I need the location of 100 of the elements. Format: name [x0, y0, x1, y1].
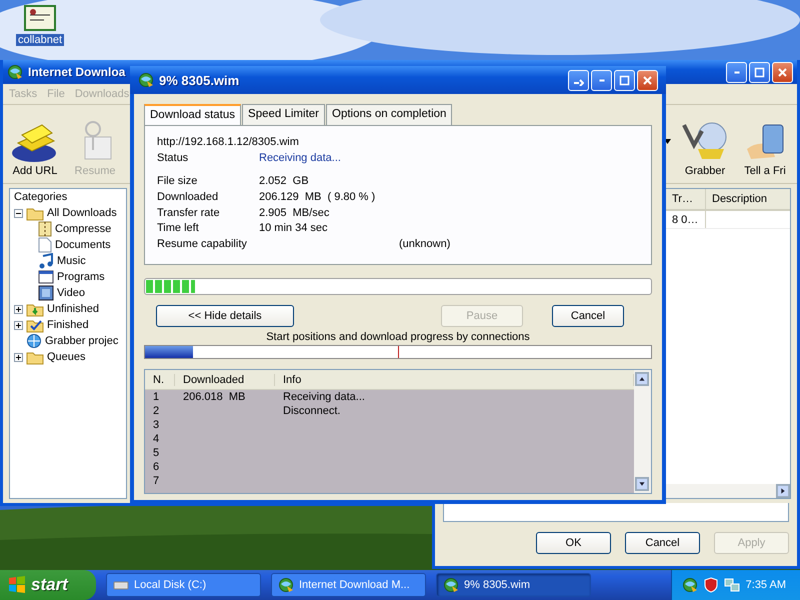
- globe-icon: [26, 333, 42, 349]
- field-label: File size: [157, 175, 198, 188]
- maximize-icon: [754, 66, 765, 78]
- table-cell: 8 0…: [670, 211, 706, 228]
- archive-icon: [38, 221, 52, 237]
- field-label: Resume capability: [157, 238, 248, 250]
- desktop-icon-label[interactable]: collabnet: [16, 34, 64, 46]
- field-value: 206.129 MB ( 9.80 % ): [259, 190, 376, 203]
- maximize-button[interactable]: [749, 62, 770, 82]
- folder-arrow-icon: [26, 302, 44, 316]
- film-icon: [38, 285, 54, 301]
- expand-icon[interactable]: [14, 320, 23, 330]
- column-header[interactable]: Description: [706, 189, 790, 209]
- scroll-down-icon[interactable]: [635, 477, 649, 491]
- minimize-icon: [598, 78, 604, 82]
- field-value: 2.052 GB: [259, 175, 309, 188]
- minimize-icon: [734, 70, 740, 74]
- table-cell-text: Disconnect.: [282, 405, 342, 417]
- status-value: Receiving data...: [259, 152, 341, 164]
- category-item[interactable]: Compresse: [55, 223, 112, 235]
- table-cell-text: 1: [152, 391, 160, 403]
- field-value: 2.905 MB/sec: [259, 206, 330, 219]
- dialog-button[interactable]: << Hide details: [156, 305, 294, 327]
- app-logo-icon: [7, 64, 23, 80]
- field-label: Downloaded: [157, 190, 220, 203]
- category-item[interactable]: All Downloads: [47, 207, 117, 219]
- scroll-right-icon[interactable]: [776, 484, 790, 498]
- table-cell-text: 4: [152, 433, 160, 445]
- collapse-icon[interactable]: [14, 208, 23, 218]
- close-button[interactable]: [772, 62, 793, 82]
- field-label: Time left: [157, 222, 200, 234]
- category-item[interactable]: Unfinished: [47, 303, 99, 315]
- start-button[interactable]: start: [0, 570, 96, 600]
- text-area[interactable]: [443, 503, 789, 522]
- close-button[interactable]: [637, 70, 658, 90]
- tray-button[interactable]: [568, 70, 589, 90]
- table-cell-text: 2: [152, 405, 160, 417]
- app-logo-icon: [138, 72, 154, 88]
- category-item[interactable]: Finished: [47, 319, 89, 331]
- table-cell-text: Receiving data...: [282, 391, 366, 403]
- minimize-button[interactable]: [726, 62, 747, 82]
- field-label: Status: [157, 152, 190, 164]
- close-icon: [642, 74, 653, 86]
- shield-icon[interactable]: [704, 577, 718, 593]
- folder-icon: [26, 206, 44, 220]
- category-item[interactable]: Programs: [57, 271, 105, 283]
- window-icon: [38, 270, 54, 284]
- tab[interactable]: Speed Limiter: [242, 104, 325, 125]
- category-item[interactable]: Music: [57, 255, 86, 267]
- column-header[interactable]: Downloaded: [175, 374, 275, 386]
- category-item[interactable]: Queues: [47, 351, 86, 363]
- maximize-icon: [619, 74, 630, 86]
- document-icon: [38, 237, 52, 253]
- category-item[interactable]: Documents: [55, 239, 111, 251]
- column-header[interactable]: Tr…: [670, 189, 706, 209]
- table-cell-text: 206.018 MB: [182, 391, 246, 403]
- taskbar-button[interactable]: 9% 8305.wim: [436, 573, 591, 597]
- dialog-button[interactable]: Cancel: [552, 305, 624, 327]
- table-cell-text: 7: [152, 475, 160, 487]
- expand-icon[interactable]: [14, 352, 23, 362]
- tab[interactable]: Download status: [144, 104, 242, 126]
- app-logo-icon: [682, 577, 698, 593]
- dialog-button[interactable]: OK: [536, 532, 611, 554]
- taskbar-button[interactable]: Local Disk (C:): [106, 573, 261, 597]
- network-icon[interactable]: [724, 577, 740, 593]
- dialog-button[interactable]: Cancel: [625, 532, 700, 554]
- scroll-up-icon[interactable]: [635, 372, 649, 386]
- minimize-button[interactable]: [591, 70, 612, 90]
- taskbar-button[interactable]: Internet Download M...: [271, 573, 426, 597]
- field-value: 10 min 34 sec: [259, 222, 328, 234]
- app-logo-icon: [443, 577, 459, 593]
- windows-logo-icon: [8, 576, 26, 594]
- music-note-icon: [38, 253, 54, 269]
- maximize-button[interactable]: [614, 70, 635, 90]
- drive-icon: [113, 579, 129, 591]
- category-item[interactable]: Grabber projec: [45, 335, 118, 347]
- column-header[interactable]: N.: [145, 374, 175, 386]
- toolbar-button[interactable]: Add URL: [12, 165, 58, 177]
- table-cell-text: 6: [152, 461, 160, 473]
- connection-marker: [398, 346, 399, 358]
- window-title: 9% 8305.wim: [159, 72, 240, 88]
- expand-icon[interactable]: [14, 304, 23, 314]
- category-item[interactable]: Video: [57, 287, 85, 299]
- connections-label: Start positions and download progress by connections: [265, 331, 531, 343]
- app-logo-icon: [278, 577, 294, 593]
- table-cell-text: 3: [152, 419, 160, 431]
- toolbar-button[interactable]: Grabber: [684, 165, 726, 177]
- url-text: http://192.168.1.12/8305.wim: [157, 134, 300, 150]
- panel-title: Categories: [14, 191, 68, 203]
- field-label: Transfer rate: [157, 206, 221, 219]
- table-cell-text: 5: [152, 447, 160, 459]
- toolbar-button[interactable]: Tell a Fri: [744, 165, 786, 177]
- folder-check-icon: [26, 318, 44, 332]
- close-icon: [777, 66, 788, 78]
- field-value: (unknown): [399, 238, 450, 250]
- certificate-icon[interactable]: [24, 5, 56, 31]
- clock: 7:35 AM: [746, 579, 786, 591]
- tab[interactable]: Options on completion: [326, 104, 452, 125]
- folder-icon: [26, 350, 44, 364]
- window-title: Internet Downloa: [28, 65, 126, 79]
